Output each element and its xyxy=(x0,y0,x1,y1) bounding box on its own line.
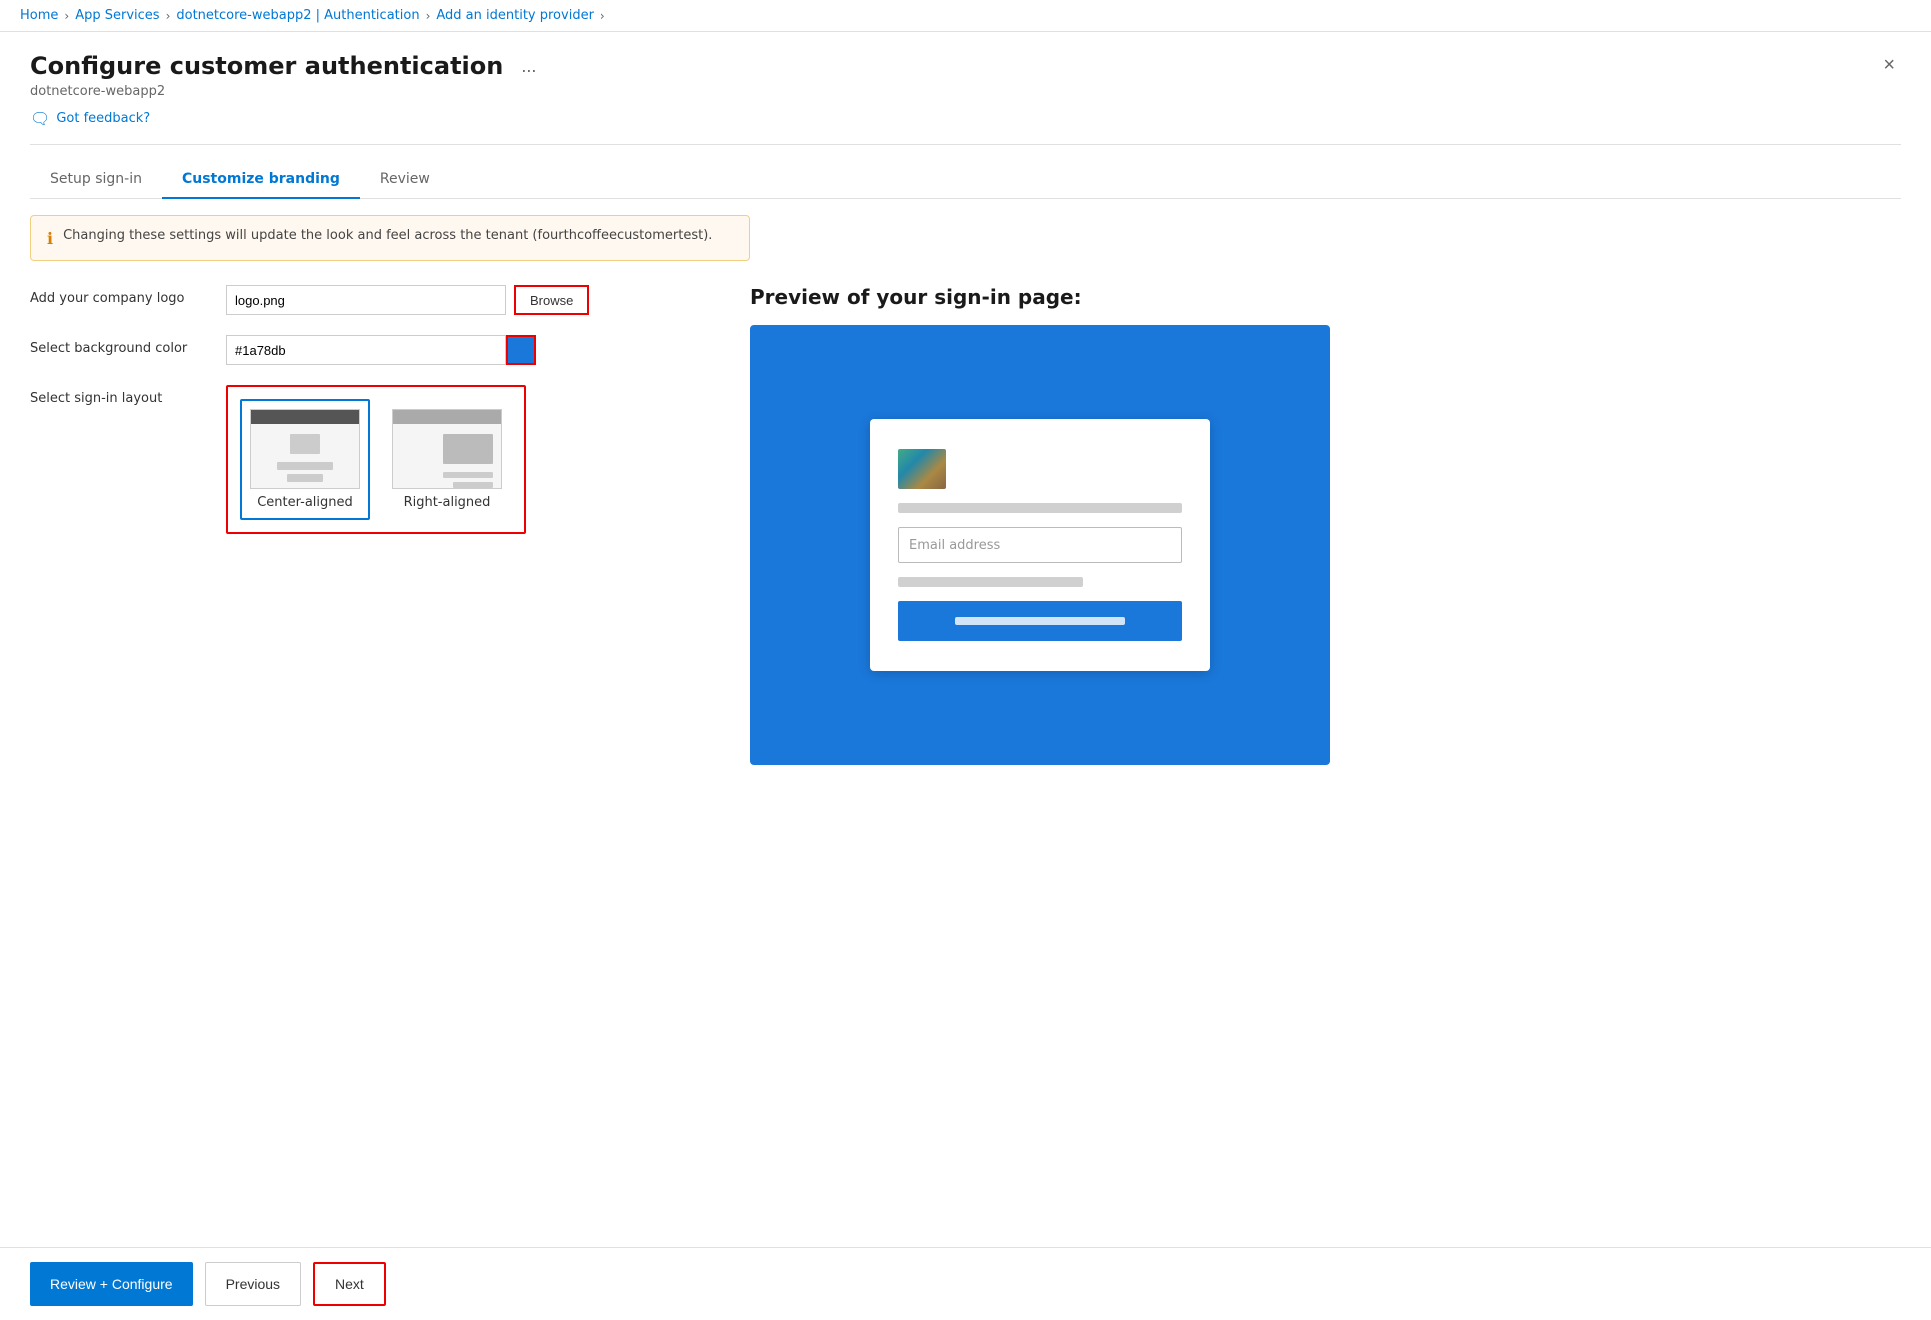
color-control xyxy=(226,335,536,365)
layout-center-label: Center-aligned xyxy=(257,495,353,510)
breadcrumb-add-idp[interactable]: Add an identity provider xyxy=(436,8,594,23)
bg-color-row: Select background color xyxy=(30,335,710,365)
breadcrumb-bar: Home › App Services › dotnetcore-webapp2… xyxy=(0,0,1931,32)
breadcrumb-webapp[interactable]: dotnetcore-webapp2 | Authentication xyxy=(176,8,419,23)
tab-setup[interactable]: Setup sign-in xyxy=(30,161,162,199)
thumb-body-right xyxy=(393,424,501,489)
bg-color-label: Select background color xyxy=(30,335,210,356)
layout-label: Select sign-in layout xyxy=(30,385,210,406)
preview-line-wide-1 xyxy=(898,503,1182,513)
logo-label: Add your company logo xyxy=(30,285,210,306)
next-button[interactable]: Next xyxy=(313,1262,386,1306)
page-header: Configure customer authentication ... × xyxy=(30,52,1901,80)
thumb-header-center xyxy=(251,410,359,424)
layout-row: Select sign-in layout Center-align xyxy=(30,385,710,534)
thumb-logo-center xyxy=(290,434,320,454)
ellipsis-button[interactable]: ... xyxy=(515,54,542,79)
feedback-label: Got feedback? xyxy=(56,111,150,126)
browse-button[interactable]: Browse xyxy=(514,285,589,315)
thumb-line2-right xyxy=(453,482,493,488)
page-subtitle: dotnetcore-webapp2 xyxy=(30,84,1901,99)
preview-box: Email address xyxy=(750,325,1330,765)
thumb-line1-right xyxy=(443,472,493,478)
breadcrumb-home[interactable]: Home xyxy=(20,8,58,23)
logo-control: Browse xyxy=(226,285,589,315)
preview-title: Preview of your sign-in page: xyxy=(750,285,1901,309)
layout-right-label: Right-aligned xyxy=(404,495,491,510)
preview-btn-text xyxy=(955,617,1125,625)
thumb-panel-right xyxy=(443,434,493,464)
main-container: Configure customer authentication ... × … xyxy=(0,32,1931,785)
logo-input[interactable] xyxy=(226,285,506,315)
breadcrumb-sep-4: › xyxy=(600,9,605,23)
preview-section: Preview of your sign-in page: Email addr… xyxy=(750,285,1901,765)
tabs-row: Setup sign-in Customize branding Review xyxy=(30,161,1901,199)
breadcrumb-sep-3: › xyxy=(426,9,431,23)
thumb-line1-center xyxy=(277,462,332,470)
preview-card: Email address xyxy=(870,419,1210,671)
page-title-area: Configure customer authentication ... xyxy=(30,52,542,80)
form-section: Add your company logo Browse Select back… xyxy=(30,285,710,554)
info-banner: ℹ Changing these settings will update th… xyxy=(30,215,750,261)
page-title: Configure customer authentication xyxy=(30,52,503,80)
preview-button xyxy=(898,601,1182,641)
thumb-line2-center xyxy=(287,474,324,482)
info-icon: ℹ xyxy=(47,229,53,248)
preview-email-placeholder: Email address xyxy=(909,538,1000,553)
feedback-row[interactable]: 🗨 Got feedback? xyxy=(30,109,1901,145)
preview-email-box: Email address xyxy=(898,527,1182,563)
thumb-body-center xyxy=(251,424,359,488)
layout-options: Center-aligned Right-aligned xyxy=(226,385,526,534)
previous-button[interactable]: Previous xyxy=(205,1262,301,1306)
layout-center[interactable]: Center-aligned xyxy=(240,399,370,520)
tab-review[interactable]: Review xyxy=(360,161,450,199)
layout-right-thumbnail xyxy=(392,409,502,489)
thumb-header-right xyxy=(393,410,501,424)
preview-logo xyxy=(898,449,946,489)
review-configure-button[interactable]: Review + Configure xyxy=(30,1262,193,1306)
breadcrumb-sep-1: › xyxy=(64,9,69,23)
layout-right[interactable]: Right-aligned xyxy=(382,399,512,520)
content-layout: Add your company logo Browse Select back… xyxy=(30,285,1901,765)
preview-card-top xyxy=(898,449,1182,489)
breadcrumb-app-services[interactable]: App Services xyxy=(75,8,159,23)
tab-branding[interactable]: Customize branding xyxy=(162,161,360,199)
breadcrumb-sep-2: › xyxy=(166,9,171,23)
feedback-icon: 🗨 xyxy=(30,109,50,128)
layout-center-thumbnail xyxy=(250,409,360,489)
preview-line-narrow xyxy=(898,577,1083,587)
close-button[interactable]: × xyxy=(1877,52,1901,79)
info-banner-text: Changing these settings will update the … xyxy=(63,228,712,243)
bottom-bar: Review + Configure Previous Next xyxy=(0,1247,1931,1320)
color-text-input[interactable] xyxy=(226,335,506,365)
logo-row: Add your company logo Browse xyxy=(30,285,710,315)
color-swatch[interactable] xyxy=(506,335,536,365)
